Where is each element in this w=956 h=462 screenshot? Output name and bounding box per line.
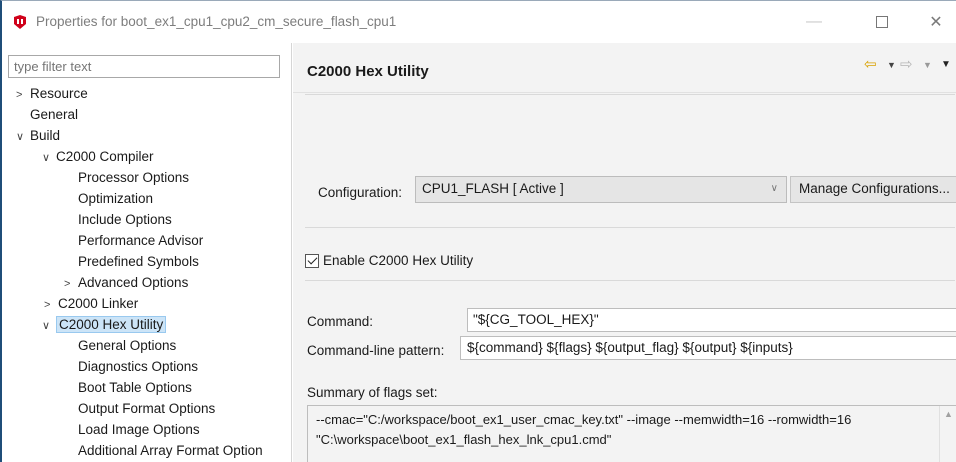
back-history-dropdown-icon[interactable]: ▼ <box>887 60 896 70</box>
tree-item-boot-table-options[interactable]: Boot Table Options <box>78 377 192 398</box>
summary-of-flags-textarea[interactable]: --cmac="C:/workspace/boot_ex1_user_cmac_… <box>307 405 956 462</box>
summary-line: "C:\workspace\boot_ex1_flash_hex_lnk_cpu… <box>316 432 612 447</box>
tree-item-label: Load Image Options <box>78 422 200 437</box>
tree-item-label: C2000 Compiler <box>56 149 154 164</box>
tree-item-label: Processor Options <box>78 170 190 185</box>
command-line-pattern-label: Command-line pattern: <box>307 343 445 358</box>
page-content: Configuration: CPU1_FLASH [ Active ] ∨ M… <box>293 94 956 462</box>
tree-item-resource[interactable]: > Resource <box>16 83 88 104</box>
scroll-up-icon[interactable]: ▲ <box>944 409 953 419</box>
collapse-icon[interactable]: ∨ <box>42 148 56 169</box>
tree-item-label: General <box>30 107 79 122</box>
vertical-scrollbar[interactable]: ▲ <box>939 406 956 462</box>
summary-text: --cmac="C:/workspace/boot_ex1_user_cmac_… <box>316 410 936 450</box>
collapse-icon[interactable]: ∨ <box>16 127 30 148</box>
properties-page: C2000 Hex Utility ⇦ ▼ ⇨ ▼ ▼ Configuratio… <box>293 43 956 462</box>
divider <box>305 227 955 228</box>
tree-item-label: C2000 Hex Utility <box>56 316 167 333</box>
summary-line: --cmac="C:/workspace/boot_ex1_user_cmac_… <box>316 412 852 427</box>
tree-item-performance-advisor[interactable]: Performance Advisor <box>78 230 203 251</box>
ti-logo-icon <box>14 15 26 29</box>
tree-item-predefined-symbols[interactable]: Predefined Symbols <box>78 251 199 272</box>
expand-icon[interactable]: > <box>64 274 78 295</box>
maximize-button[interactable] <box>860 9 904 35</box>
forward-arrow-icon[interactable]: ⇨ <box>900 55 913 73</box>
tree-item-diagnostics-options[interactable]: Diagnostics Options <box>78 356 198 377</box>
summary-label: Summary of flags set: <box>307 385 438 400</box>
tree-item-c2000-compiler[interactable]: ∨ C2000 Compiler <box>42 146 154 167</box>
tree-item-label: Include Options <box>78 212 172 227</box>
tree-item-general-options[interactable]: General Options <box>78 335 176 356</box>
configuration-select[interactable]: CPU1_FLASH [ Active ] ∨ <box>415 176 787 203</box>
tree-item-label: Additional Array Format Option <box>78 443 263 458</box>
tree-item-include-options[interactable]: Include Options <box>78 209 172 230</box>
tree-item-label: General Options <box>78 338 177 353</box>
tree-item-additional-array-format-options[interactable]: Additional Array Format Option <box>78 440 290 461</box>
properties-window: Properties for boot_ex1_cpu1_cpu2_cm_sec… <box>0 0 956 462</box>
tree-item-label: Build <box>30 128 61 143</box>
window-title: Properties for boot_ex1_cpu1_cpu2_cm_sec… <box>36 14 397 29</box>
command-line-pattern-input[interactable]: ${command} ${flags} ${output_flag} ${out… <box>460 336 956 360</box>
tree-item-label: Performance Advisor <box>78 233 204 248</box>
view-menu-icon[interactable]: ▼ <box>941 59 951 70</box>
tree-item-label: Resource <box>30 86 88 101</box>
command-input[interactable]: "${CG_TOOL_HEX}" <box>467 308 956 332</box>
tree-item-load-image-options[interactable]: Load Image Options <box>78 419 200 440</box>
tree-item-label: Optimization <box>78 191 154 206</box>
close-button[interactable]: ✕ <box>914 9 956 35</box>
tree-item-label: Boot Table Options <box>78 380 192 395</box>
tree-item-label: Advanced Options <box>78 275 189 290</box>
page-title: C2000 Hex Utility <box>307 63 429 80</box>
tree-item-label: Predefined Symbols <box>78 254 199 269</box>
manage-configurations-button[interactable]: Manage Configurations... <box>790 176 956 203</box>
tree-item-label: Output Format Options <box>78 401 216 416</box>
configuration-value: CPU1_FLASH [ Active ] <box>422 181 564 196</box>
tree-item-c2000-linker[interactable]: > C2000 Linker <box>44 293 138 314</box>
back-arrow-icon[interactable]: ⇦ <box>864 55 877 73</box>
chevron-down-icon: ∨ <box>770 183 778 194</box>
enable-hex-utility-checkbox[interactable] <box>305 253 319 268</box>
enable-hex-utility-label: Enable C2000 Hex Utility <box>323 253 474 268</box>
forward-history-dropdown-icon[interactable]: ▼ <box>923 60 932 70</box>
enable-hex-utility-row[interactable]: Enable C2000 Hex Utility <box>305 253 473 268</box>
tree-item-processor-options[interactable]: Processor Options <box>78 167 189 188</box>
close-icon: ✕ <box>929 14 943 31</box>
filter-input[interactable] <box>8 55 280 78</box>
title-bar: Properties for boot_ex1_cpu1_cpu2_cm_sec… <box>2 1 956 43</box>
maximize-icon <box>876 16 888 28</box>
expand-icon[interactable]: > <box>44 295 58 316</box>
command-label: Command: <box>307 314 374 329</box>
tree-item-c2000-hex-utility[interactable]: ∨ C2000 Hex Utility <box>42 314 167 337</box>
navigation-pane: >Resource General ∨Build ∨C2000 Compiler… <box>2 43 292 462</box>
expand-icon[interactable]: > <box>16 85 30 106</box>
divider <box>305 280 955 281</box>
tree-item-output-format-options[interactable]: Output Format Options <box>78 398 215 419</box>
tree-item-general[interactable]: General <box>30 104 78 125</box>
tree-item-optimization[interactable]: Optimization <box>78 188 153 209</box>
minimize-button[interactable]: — <box>792 9 836 35</box>
tree-item-label: C2000 Linker <box>58 296 139 311</box>
divider <box>305 94 955 95</box>
configuration-label: Configuration: <box>318 185 403 200</box>
minimize-icon: — <box>806 13 822 30</box>
tree-item-advanced-options[interactable]: > Advanced Options <box>64 272 188 293</box>
collapse-icon[interactable]: ∨ <box>42 316 56 337</box>
page-header: C2000 Hex Utility ⇦ ▼ ⇨ ▼ ▼ <box>293 43 956 93</box>
tree-item-label: Diagnostics Options <box>78 359 199 374</box>
tree-item-build[interactable]: ∨ Build <box>16 125 60 146</box>
